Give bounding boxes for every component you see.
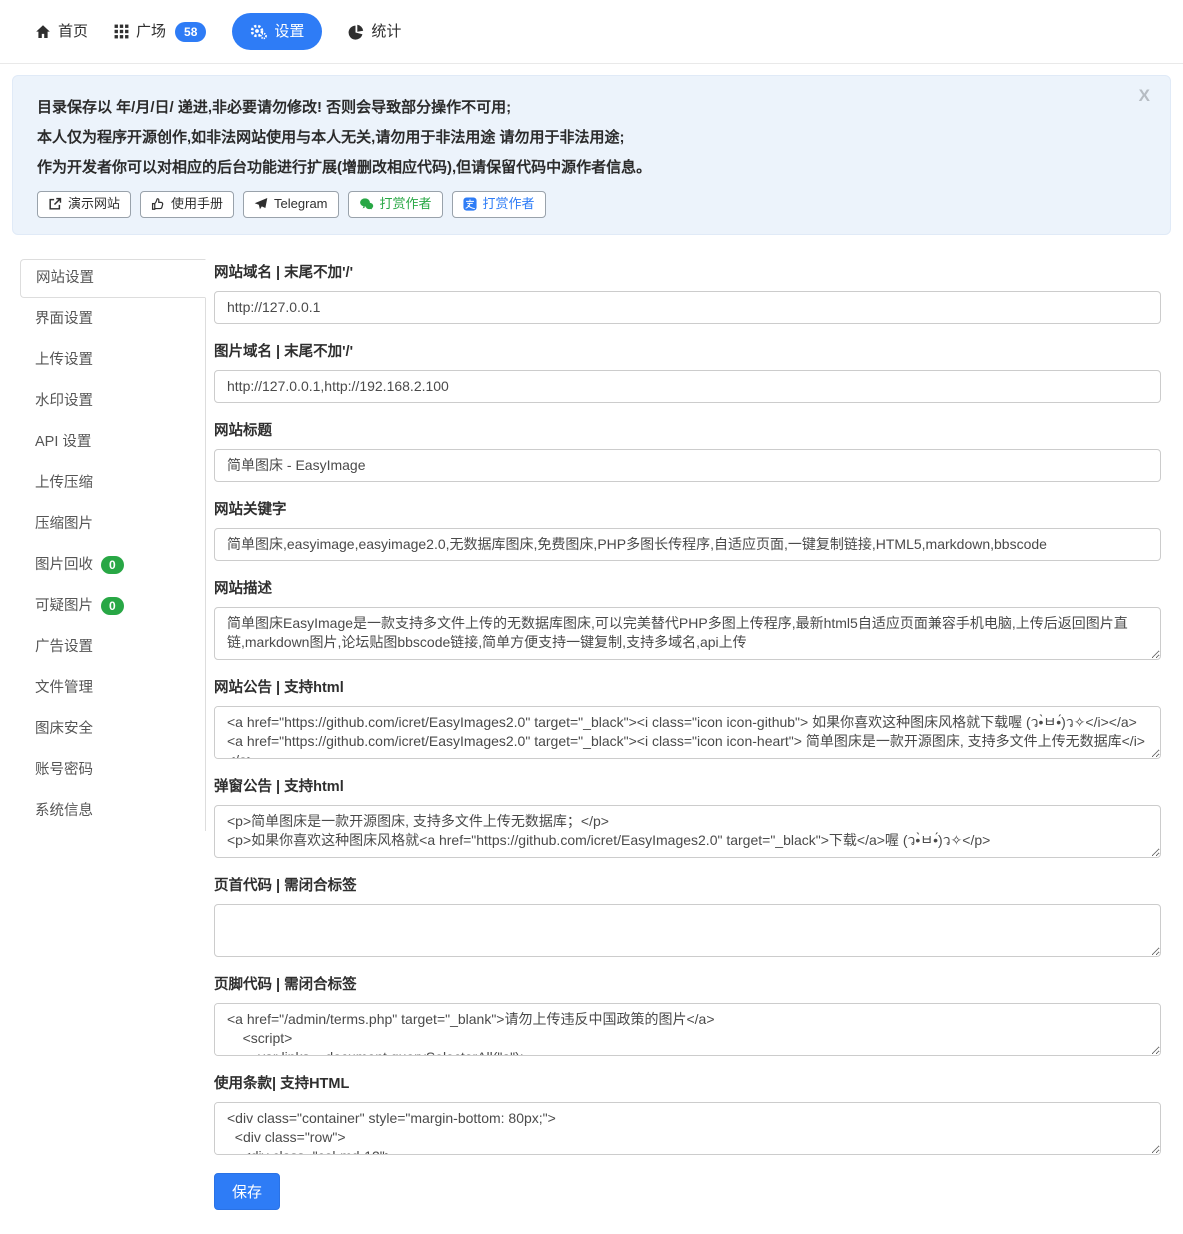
sidebar-item-label: 广告设置 xyxy=(35,638,93,657)
nav-stats-label: 统计 xyxy=(371,24,401,39)
telegram-label: Telegram xyxy=(274,196,327,213)
donate-wechat-button[interactable]: 打赏作者 xyxy=(348,191,443,218)
nav-settings-label: 设置 xyxy=(274,24,304,39)
settings-page: 网站设置 界面设置 上传设置 水印设置 API 设置 上传压缩 压缩图片 图片回… xyxy=(0,247,1183,1234)
site-description-textarea[interactable]: 简单图床EasyImage是一款支持多文件上传的无数据库图床,可以完美替代PHP… xyxy=(214,607,1161,660)
site-description-label: 网站描述 xyxy=(214,577,1161,598)
external-link-icon xyxy=(48,197,62,211)
sidebar-item-upload-settings[interactable]: 上传设置 xyxy=(20,341,205,380)
image-domain-input[interactable] xyxy=(214,370,1161,403)
sidebar-item-label: 可疑图片 xyxy=(35,597,93,616)
top-navbar: 首页 广场 58 设置 统计 xyxy=(0,0,1183,64)
nav-plaza-label: 广场 xyxy=(136,24,166,39)
notice-line: 目录保存以 年/月/日/ 递进,非必要请勿修改! 否则会导致部分操作不可用; xyxy=(37,96,1146,117)
sidebar-item-compress-image[interactable]: 压缩图片 xyxy=(20,505,205,544)
wechat-icon xyxy=(359,197,374,211)
sidebar-item-ad-settings[interactable]: 广告设置 xyxy=(20,628,205,667)
site-title-input[interactable] xyxy=(214,449,1161,482)
sidebar-item-account-password[interactable]: 账号密码 xyxy=(20,751,205,790)
nav-plaza[interactable]: 广场 58 xyxy=(114,22,206,42)
sidebar-item-api-settings[interactable]: API 设置 xyxy=(20,423,205,462)
plaza-count-badge: 58 xyxy=(175,22,206,42)
notice-line: 本人仅为程序开源创作,如非法网站使用与本人无关,请勿用于非法用途 请勿用于非法用… xyxy=(37,126,1146,147)
telegram-button[interactable]: Telegram xyxy=(243,191,338,218)
donate-alipay-button[interactable]: 打赏作者 xyxy=(452,191,546,218)
recycle-count-badge: 0 xyxy=(101,556,124,574)
paper-plane-icon xyxy=(254,197,268,211)
notice-banner: X 目录保存以 年/月/日/ 递进,非必要请勿修改! 否则会导致部分操作不可用;… xyxy=(12,75,1171,235)
manual-button[interactable]: 使用手册 xyxy=(140,191,234,218)
nav-home-label: 首页 xyxy=(58,24,88,39)
sidebar-item-suspicious-images[interactable]: 可疑图片 0 xyxy=(20,587,205,626)
footer-code-textarea[interactable]: <a href="/admin/terms.php" target="_blan… xyxy=(214,1003,1161,1056)
terms-label: 使用条款| 支持HTML xyxy=(214,1072,1161,1093)
grid-icon xyxy=(114,24,129,39)
site-keywords-label: 网站关键字 xyxy=(214,498,1161,519)
website-domain-label: 网站域名 | 末尾不加'/' xyxy=(214,261,1161,282)
popup-announcement-label: 弹窗公告 | 支持html xyxy=(214,775,1161,796)
sidebar-item-label: 上传设置 xyxy=(35,351,93,370)
sidebar-item-label: 文件管理 xyxy=(35,679,93,698)
website-settings-form: 网站域名 | 末尾不加'/' 图片域名 | 末尾不加'/' 网站标题 网站关键字… xyxy=(214,259,1161,1210)
close-icon[interactable]: X xyxy=(1139,86,1150,106)
notice-actions: 演示网站 使用手册 Telegram 打赏作者 打赏作者 xyxy=(37,191,1146,218)
alipay-icon xyxy=(463,197,477,211)
home-icon xyxy=(35,24,51,40)
thumbs-up-icon xyxy=(151,197,165,211)
manual-label: 使用手册 xyxy=(171,196,223,213)
notice-line: 作为开发者你可以对相应的后台功能进行扩展(增删改相应代码),但请保留代码中源作者… xyxy=(37,156,1146,177)
sidebar-item-label: 账号密码 xyxy=(35,761,93,780)
sidebar-item-label: 界面设置 xyxy=(35,310,93,329)
sidebar-item-upload-compress[interactable]: 上传压缩 xyxy=(20,464,205,503)
settings-sidebar: 网站设置 界面设置 上传设置 水印设置 API 设置 上传压缩 压缩图片 图片回… xyxy=(20,259,206,833)
header-code-label: 页首代码 | 需闭合标签 xyxy=(214,874,1161,895)
sidebar-item-website-settings[interactable]: 网站设置 xyxy=(20,259,206,298)
site-announcement-label: 网站公告 | 支持html xyxy=(214,676,1161,697)
donate-wechat-label: 打赏作者 xyxy=(380,196,432,213)
sidebar-item-label: API 设置 xyxy=(35,433,91,452)
site-title-label: 网站标题 xyxy=(214,419,1161,440)
demo-site-label: 演示网站 xyxy=(68,196,120,213)
sidebar-item-label: 压缩图片 xyxy=(35,515,93,534)
gears-icon xyxy=(250,23,267,40)
sidebar-item-image-recycle[interactable]: 图片回收 0 xyxy=(20,546,205,585)
sidebar-item-label: 水印设置 xyxy=(35,392,93,411)
sidebar-item-interface-settings[interactable]: 界面设置 xyxy=(20,300,205,339)
pie-chart-icon xyxy=(348,24,364,40)
demo-site-button[interactable]: 演示网站 xyxy=(37,191,131,218)
website-domain-input[interactable] xyxy=(214,291,1161,324)
site-announcement-textarea[interactable]: <a href="https://github.com/icret/EasyIm… xyxy=(214,706,1161,759)
save-button[interactable]: 保存 xyxy=(214,1173,280,1210)
image-domain-label: 图片域名 | 末尾不加'/' xyxy=(214,340,1161,361)
sidebar-item-system-info[interactable]: 系统信息 xyxy=(20,792,205,831)
donate-alipay-label: 打赏作者 xyxy=(483,196,535,213)
sidebar-item-label: 网站设置 xyxy=(36,269,94,288)
suspicious-count-badge: 0 xyxy=(101,597,124,615)
nav-settings[interactable]: 设置 xyxy=(232,13,322,50)
sidebar-item-label: 图片回收 xyxy=(35,556,93,575)
popup-announcement-textarea[interactable]: <p>简单图床是一款开源图床, 支持多文件上传无数据库；</p> <p>如果你喜… xyxy=(214,805,1161,858)
sidebar-item-label: 图床安全 xyxy=(35,720,93,739)
footer-code-label: 页脚代码 | 需闭合标签 xyxy=(214,973,1161,994)
sidebar-item-label: 系统信息 xyxy=(35,802,93,821)
nav-stats[interactable]: 统计 xyxy=(348,24,401,40)
sidebar-item-security[interactable]: 图床安全 xyxy=(20,710,205,749)
header-code-textarea[interactable] xyxy=(214,904,1161,957)
sidebar-item-label: 上传压缩 xyxy=(35,474,93,493)
site-keywords-input[interactable] xyxy=(214,528,1161,561)
sidebar-item-file-manager[interactable]: 文件管理 xyxy=(20,669,205,708)
sidebar-item-watermark-settings[interactable]: 水印设置 xyxy=(20,382,205,421)
nav-home[interactable]: 首页 xyxy=(35,24,88,40)
